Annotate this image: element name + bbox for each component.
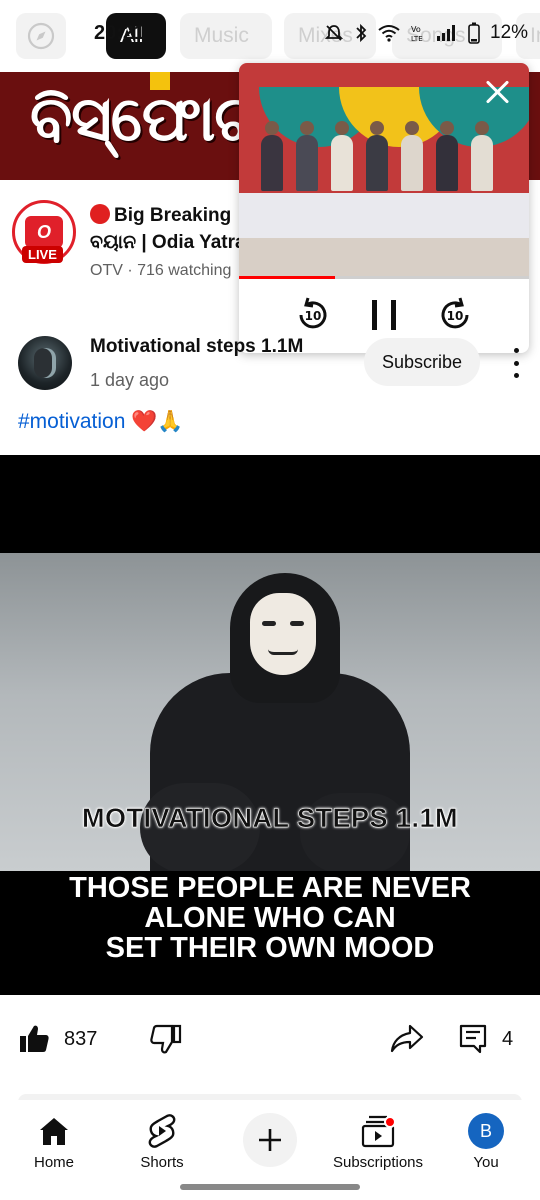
- quote-line: SET THEIR OWN MOOD: [105, 932, 435, 964]
- pause-icon: [372, 300, 396, 330]
- thumbnail-headline: ବିସ୍ଫୋଟ: [30, 85, 257, 154]
- post-text: #motivation ❤️🙏: [18, 410, 184, 434]
- comment-count: 4: [502, 1027, 514, 1050]
- post-image[interactable]: MOTIVATIONAL STEPS 1.1M THOSE PEOPLE ARE…: [0, 455, 540, 995]
- stage: [239, 193, 529, 238]
- close-icon[interactable]: [483, 77, 513, 107]
- post-time: 1 day ago: [90, 370, 170, 390]
- explore-button[interactable]: [16, 13, 66, 59]
- wifi-icon: [378, 25, 400, 42]
- like-count: 837: [64, 1027, 98, 1050]
- comments-button[interactable]: 4: [458, 1023, 513, 1055]
- plus-icon: [259, 1129, 281, 1151]
- forward-10-icon: 10: [441, 297, 469, 329]
- nav-label: Subscriptions: [332, 1154, 424, 1171]
- post-emojis: ❤️🙏: [131, 410, 184, 433]
- nav-label: Shorts: [140, 1154, 184, 1171]
- nav-create[interactable]: [220, 1112, 320, 1167]
- compass-icon: [27, 22, 55, 50]
- like-button[interactable]: 837: [18, 1023, 97, 1055]
- bluetooth-icon: [356, 23, 367, 43]
- rewind-seconds: 10: [305, 309, 322, 323]
- post-header: Motivational steps 1.1M 1 day ago Subscr…: [0, 330, 540, 400]
- channel-name[interactable]: Motivational steps 1.1M: [90, 336, 303, 358]
- volte-icon: VoLTE: [411, 25, 423, 43]
- thumbs-up-icon: [20, 1025, 49, 1052]
- thumbs-down-icon: [150, 1024, 182, 1054]
- performers: [251, 121, 521, 195]
- more-options-icon[interactable]: [506, 348, 526, 378]
- nav-you[interactable]: B You: [436, 1112, 536, 1171]
- mask: [250, 593, 316, 675]
- signal-icon: [437, 25, 455, 41]
- share-button[interactable]: [390, 1023, 424, 1053]
- status-icons: Vo LTE 12%: [324, 22, 528, 44]
- post-actions: 837 4: [0, 1015, 540, 1071]
- chip-music[interactable]: Music: [180, 13, 272, 59]
- battery-percent: 12%: [490, 22, 529, 43]
- nav-subscriptions[interactable]: Subscriptions: [328, 1112, 428, 1171]
- otv-logo: O: [25, 216, 63, 248]
- rewind-10-icon: 10: [299, 297, 327, 329]
- image-watermark: MOTIVATIONAL STEPS 1.1M: [81, 803, 459, 834]
- mini-player-progress[interactable]: [239, 276, 529, 279]
- image-quote: THOSE PEOPLE ARE NEVER ALONE WHO CAN SET…: [0, 873, 540, 963]
- mini-player-video[interactable]: [239, 63, 529, 278]
- nav-home[interactable]: Home: [4, 1112, 104, 1171]
- comment-icon: [459, 1024, 487, 1054]
- nav-shorts[interactable]: Shorts: [112, 1112, 212, 1171]
- live-badge: LIVE: [22, 246, 63, 263]
- subscribe-button[interactable]: Subscribe: [364, 338, 480, 386]
- status-time: 20:21: [94, 22, 146, 44]
- progress-fill: [239, 276, 335, 279]
- gesture-bar: [180, 1184, 360, 1190]
- channel-avatar[interactable]: [18, 336, 72, 390]
- shorts-icon: [148, 1114, 176, 1148]
- red-circle-icon: [90, 204, 110, 224]
- image-scene: MOTIVATIONAL STEPS 1.1M: [0, 553, 540, 871]
- live-video-meta: OTV · 716 watching: [90, 262, 232, 279]
- mute-icon: [324, 25, 344, 41]
- quote-line: THOSE PEOPLE ARE NEVER: [69, 872, 471, 904]
- quote-line: ALONE WHO CAN: [144, 902, 396, 934]
- chip-label: Music: [194, 24, 249, 47]
- create-button[interactable]: [243, 1113, 297, 1167]
- mini-player[interactable]: 10 10: [239, 63, 529, 353]
- svg-text:Vo: Vo: [411, 25, 421, 34]
- hashtag-link[interactable]: #motivation: [18, 410, 125, 433]
- home-icon: [40, 1118, 68, 1145]
- nav-label: You: [473, 1154, 499, 1171]
- floor: [239, 238, 529, 278]
- nav-label: Home: [33, 1154, 74, 1171]
- chip-label: In: [530, 24, 540, 47]
- svg-text:LTE: LTE: [411, 35, 423, 43]
- share-icon: [390, 1024, 424, 1053]
- avatar: B: [468, 1113, 504, 1149]
- title-line-1: Big Breaking: [114, 205, 232, 226]
- notification-dot: [384, 1116, 396, 1128]
- dislike-button[interactable]: [150, 1023, 182, 1055]
- forward-seconds: 10: [447, 309, 464, 323]
- battery-icon: [468, 22, 480, 44]
